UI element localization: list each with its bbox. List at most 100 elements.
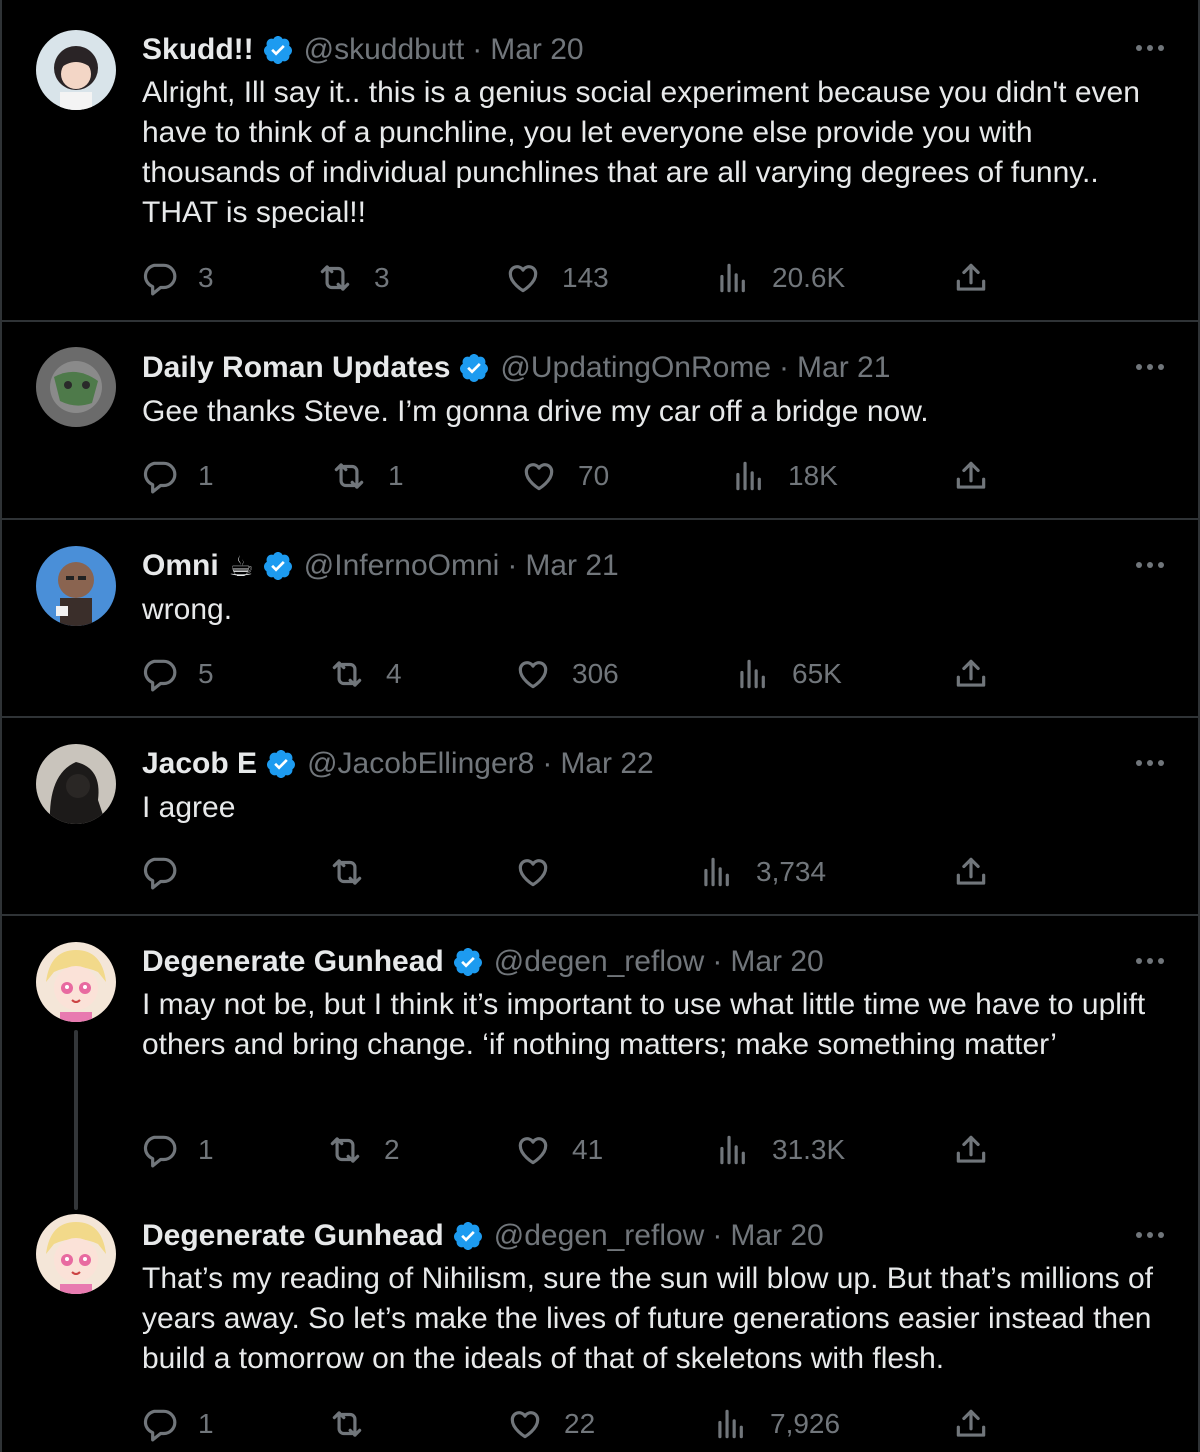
reply-count: 1 [198, 1134, 214, 1165]
thread-connector [74, 1030, 78, 1210]
handle[interactable]: @InfernoOmni [304, 549, 500, 583]
more-icon[interactable] [1136, 748, 1164, 778]
heart-icon [518, 859, 548, 887]
reply-button[interactable]: 1 [140, 456, 214, 496]
views-icon [740, 659, 765, 689]
reply-button[interactable]: 1 [140, 1130, 214, 1170]
more-icon[interactable] [1136, 352, 1164, 382]
repost-button[interactable]: 4 [328, 654, 402, 694]
heart-icon [510, 1411, 540, 1439]
views-button[interactable]: 20.6K [714, 258, 845, 298]
timestamp[interactable]: Mar 20 [490, 33, 583, 67]
timestamp[interactable]: Mar 22 [560, 747, 653, 781]
tweet-text: Alright, Ill say it.. this is a genius s… [142, 76, 1140, 229]
coffee-emoji: ☕ [228, 550, 254, 582]
view-count: 7,926 [770, 1408, 841, 1439]
display-name[interactable]: Omni [142, 549, 219, 583]
separator: · [507, 549, 518, 582]
views-button[interactable]: 31.3K [714, 1130, 845, 1170]
reply-feed: Skudd!! @skuddbutt · Mar 20 Alright, Ill… [0, 0, 1200, 1452]
repost-count: 3 [374, 262, 390, 293]
display-name[interactable]: Jacob E [142, 747, 257, 781]
tweet-degen-2[interactable]: Degenerate Gunhead @degen_reflow · Mar 2… [2, 1196, 1198, 1452]
reply-button[interactable] [140, 852, 178, 892]
handle[interactable]: @UpdatingOnRome [500, 351, 771, 385]
verified-badge-icon [460, 354, 489, 382]
more-icon[interactable] [1136, 550, 1164, 580]
repost-button[interactable]: 3 [316, 258, 390, 298]
avatar[interactable] [36, 347, 116, 427]
like-button[interactable] [514, 852, 552, 892]
handle[interactable]: @JacobEllinger8 [307, 747, 534, 781]
more-icon[interactable] [1136, 33, 1164, 63]
reply-button[interactable]: 3 [140, 258, 214, 298]
views-button[interactable]: 18K [730, 456, 838, 496]
avatar[interactable] [36, 942, 116, 1022]
share-button[interactable] [952, 456, 990, 496]
tweet-omni[interactable]: Omni ☕ @InfernoOmni · Mar 21 wrong. 5 4 … [2, 520, 1198, 718]
tweet-header: Degenerate Gunhead @degen_reflow · Mar 2… [142, 942, 824, 982]
repost-button[interactable]: 2 [326, 1130, 400, 1170]
like-count: 70 [578, 460, 610, 491]
tweet-daily-roman[interactable]: Daily Roman Updates @UpdatingOnRome · Ma… [2, 322, 1198, 520]
views-button[interactable]: 7,926 [712, 1404, 840, 1444]
like-button[interactable]: 306 [514, 654, 619, 694]
separator: · [542, 747, 553, 780]
like-count: 41 [572, 1134, 604, 1165]
like-button[interactable]: 70 [520, 456, 609, 496]
reply-count: 1 [198, 1408, 214, 1439]
reply-icon [143, 1409, 177, 1442]
reply-button[interactable]: 1 [140, 1404, 214, 1444]
tweet-jacob[interactable]: Jacob E @JacobEllinger8 · Mar 22 I agree… [2, 718, 1198, 916]
view-count: 18K [788, 460, 838, 491]
timestamp[interactable]: Mar 20 [730, 945, 823, 979]
more-icon[interactable] [1136, 946, 1164, 976]
tweet-text: wrong. [142, 593, 233, 626]
share-button[interactable] [952, 1130, 990, 1170]
share-button[interactable] [952, 1404, 990, 1444]
repost-icon [332, 1411, 362, 1437]
avatar[interactable] [36, 744, 116, 824]
repost-button[interactable] [328, 1404, 366, 1444]
display-name[interactable]: Degenerate Gunhead [142, 945, 444, 979]
like-button[interactable]: 22 [506, 1404, 595, 1444]
tweet-degen-1[interactable]: Degenerate Gunhead @degen_reflow · Mar 2… [2, 916, 1198, 1210]
view-count: 20.6K [772, 262, 846, 293]
avatar[interactable] [36, 1214, 116, 1294]
views-button[interactable]: 65K [734, 654, 842, 694]
action-bar: 3 3 143 20.6K [140, 258, 1000, 298]
avatar[interactable] [36, 546, 116, 626]
timestamp[interactable]: Mar 20 [730, 1219, 823, 1253]
timestamp[interactable]: Mar 21 [797, 351, 890, 385]
share-button[interactable] [952, 258, 990, 298]
like-button[interactable]: 41 [514, 1130, 603, 1170]
heart-icon [508, 265, 538, 293]
share-icon [956, 263, 986, 291]
reply-icon [143, 263, 177, 296]
reply-icon [143, 1135, 177, 1168]
separator: · [712, 1219, 723, 1252]
tweet-header: Omni ☕ @InfernoOmni · Mar 21 [142, 546, 619, 586]
more-icon[interactable] [1136, 1220, 1164, 1250]
views-icon [736, 461, 761, 491]
share-button[interactable] [952, 852, 990, 892]
reply-button[interactable]: 5 [140, 654, 214, 694]
repost-button[interactable]: 1 [330, 456, 404, 496]
handle[interactable]: @degen_reflow [494, 945, 705, 979]
repost-count: 4 [386, 658, 402, 689]
tweet-text: I agree [142, 791, 236, 824]
avatar[interactable] [36, 30, 116, 110]
views-button[interactable]: 3,734 [698, 852, 826, 892]
repost-button[interactable] [328, 852, 366, 892]
display-name[interactable]: Skudd!! [142, 33, 254, 67]
share-button[interactable] [952, 654, 990, 694]
handle[interactable]: @skuddbutt [304, 33, 465, 67]
tweet-header: Skudd!! @skuddbutt · Mar 20 [142, 30, 584, 70]
handle[interactable]: @degen_reflow [494, 1219, 705, 1253]
like-button[interactable]: 143 [504, 258, 609, 298]
repost-icon [332, 859, 362, 885]
timestamp[interactable]: Mar 21 [525, 549, 618, 583]
display-name[interactable]: Daily Roman Updates [142, 351, 450, 385]
display-name[interactable]: Degenerate Gunhead [142, 1219, 444, 1253]
tweet-skudd[interactable]: Skudd!! @skuddbutt · Mar 20 Alright, Ill… [2, 0, 1198, 322]
